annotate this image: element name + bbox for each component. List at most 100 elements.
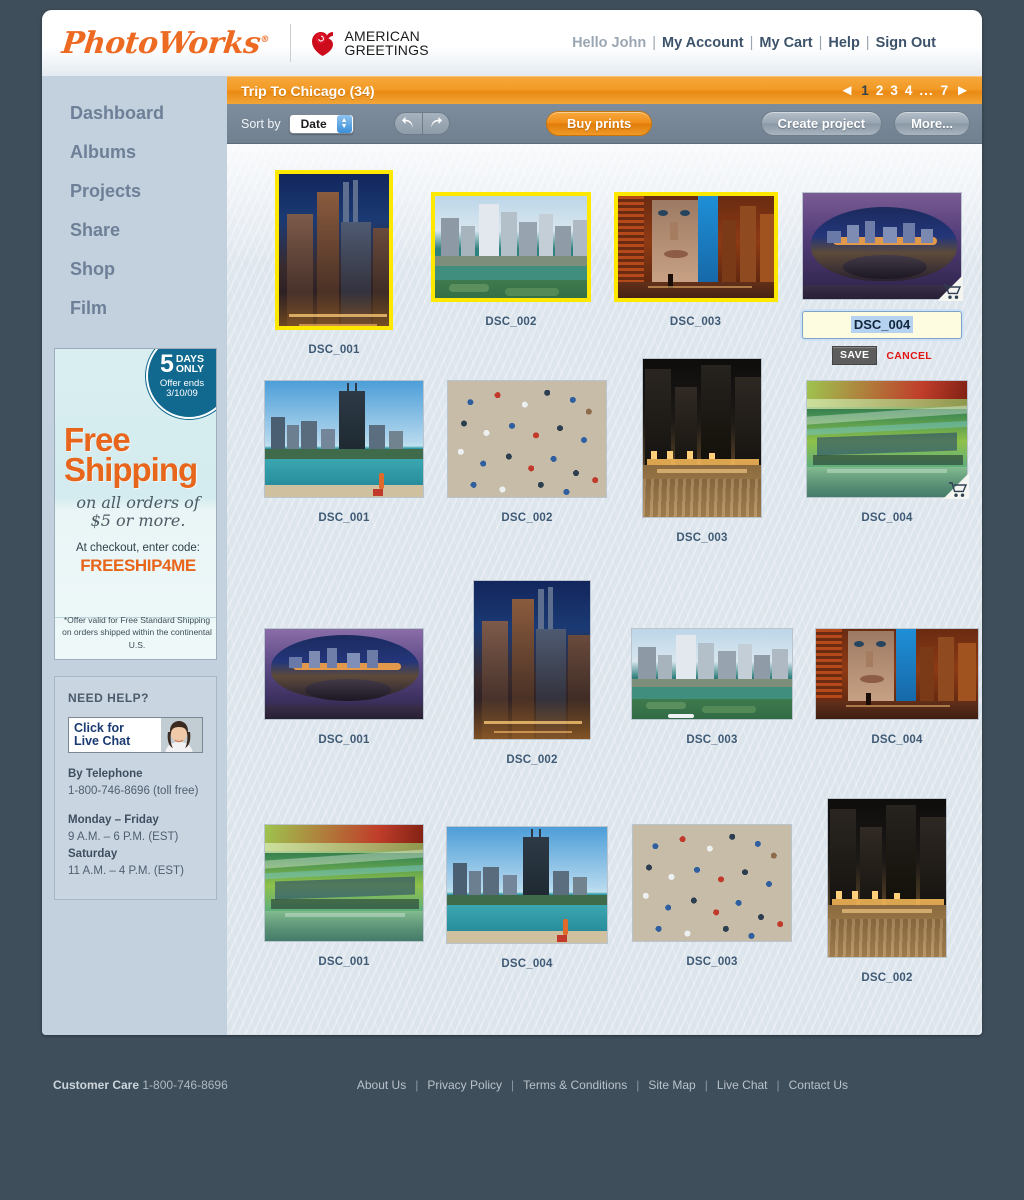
footer-link-privacy-policy[interactable]: Privacy Policy — [427, 1078, 502, 1092]
photo-caption: DSC_004 — [871, 734, 923, 746]
page-3[interactable]: 3 — [890, 83, 898, 98]
nav-help[interactable]: Help — [828, 35, 859, 51]
photo-thumbnail[interactable] — [275, 170, 393, 330]
photo-thumbnail[interactable] — [264, 824, 424, 942]
undo-button[interactable] — [393, 112, 422, 135]
photo-thumbnail[interactable] — [447, 380, 607, 498]
photo-caption: DSC_002 — [861, 972, 913, 984]
photo-row-3: DSC_001 DSC_002 DSC_003 DSC_004 — [227, 576, 982, 798]
page-prev-arrow[interactable]: ◄ — [839, 82, 854, 99]
ad-subhead-line-1: on all orders of — [76, 493, 200, 512]
photo-caption: DSC_001 — [318, 734, 370, 746]
page-1[interactable]: 1 — [861, 83, 869, 98]
photo-thumbnail[interactable] — [264, 380, 424, 498]
photo-thumbnail[interactable] — [631, 628, 793, 720]
help-saturday-label: Saturday — [68, 848, 118, 860]
photo-cell[interactable]: DSC_004 — [797, 628, 982, 746]
live-chat-button[interactable]: Click for Live Chat — [68, 717, 203, 753]
photo-cell[interactable]: DSC_004 — [427, 826, 627, 970]
photo-cell[interactable]: DSC_001 — [264, 170, 404, 356]
photo-thumbnail[interactable] — [473, 580, 591, 740]
photo-cell[interactable]: DSC_004 SAVE CANCEL — [792, 192, 972, 365]
american-greetings-logo[interactable]: AMERICAN GREETINGS — [309, 28, 429, 58]
footer-link-live-chat[interactable]: Live Chat — [717, 1078, 768, 1092]
photo-caption: DSC_003 — [669, 316, 722, 328]
sort-by-label: Sort by — [241, 116, 281, 131]
photo-cell[interactable]: DSC_001 — [244, 628, 444, 746]
sidebar-item-projects[interactable]: Projects — [70, 172, 227, 211]
ad-days-number: 5 — [159, 350, 174, 379]
photo-thumbnail[interactable] — [613, 192, 778, 302]
photo-cell[interactable]: DSC_001 — [244, 824, 444, 968]
photo-cell[interactable]: DSC_004 — [797, 380, 977, 524]
sidebar-item-albums[interactable]: Albums — [70, 133, 227, 172]
footer-separator: | — [415, 1078, 419, 1092]
customer-care-phone: 1-800-746-8696 — [142, 1078, 228, 1092]
footer-link-terms-conditions[interactable]: Terms & Conditions — [523, 1078, 627, 1092]
photo-cell[interactable]: DSC_003 — [608, 192, 783, 328]
page-root: PhotoWorks® AMERICAN GREETINGS Hello Joh… — [0, 0, 1024, 1200]
more-button[interactable]: More... — [894, 111, 970, 136]
buy-prints-button[interactable]: Buy prints — [546, 111, 653, 136]
footer-link-site-map[interactable]: Site Map — [648, 1078, 695, 1092]
photo-cell[interactable]: DSC_002 — [426, 192, 596, 328]
photo-thumbnail[interactable] — [802, 192, 963, 301]
photo-caption: DSC_003 — [686, 734, 738, 746]
page-next-arrow[interactable]: ► — [955, 82, 970, 99]
ag-line-2: GREETINGS — [344, 42, 429, 58]
sidebar-item-dashboard[interactable]: Dashboard — [70, 94, 227, 133]
sidebar-item-shop[interactable]: Shop — [70, 250, 227, 289]
ad-subhead: on all orders of $5 or more. — [65, 493, 211, 531]
redo-button[interactable] — [421, 112, 450, 135]
sort-by-select[interactable]: Date ▲ ▼ — [288, 113, 354, 134]
photo-image — [642, 358, 762, 518]
page-2[interactable]: 2 — [876, 83, 884, 98]
nav-my-account[interactable]: My Account — [662, 35, 744, 51]
photoworks-logo[interactable]: PhotoWorks® — [60, 26, 270, 61]
agent-photo — [161, 718, 202, 752]
photo-cell[interactable]: DSC_001 — [244, 380, 444, 524]
photo-cell[interactable]: DSC_003 — [612, 358, 792, 544]
nav-my-cart[interactable]: My Cart — [759, 35, 812, 51]
photo-thumbnail[interactable] — [827, 798, 947, 958]
photo-thumbnail[interactable] — [806, 380, 969, 499]
ad-headline-line-2: Shipping — [64, 451, 198, 489]
page-ellipsis: ... — [919, 83, 934, 98]
photo-image — [264, 824, 424, 942]
photo-cell[interactable]: DSC_003 — [612, 824, 812, 968]
photo-thumbnail[interactable] — [431, 192, 591, 302]
footer-link-about-us[interactable]: About Us — [357, 1078, 406, 1092]
photo-thumbnail[interactable] — [264, 628, 424, 720]
photo-cell[interactable]: DSC_003 — [612, 628, 812, 746]
body-columns: Dashboard Albums Projects Share Shop Fil… — [42, 76, 982, 1035]
promo-ad-banner[interactable]: 5 DAYS ONLY Offer ends 3/10/09 Free Ship… — [54, 348, 217, 660]
nav-separator: | — [652, 35, 656, 51]
rename-input[interactable]: DSC_004 — [802, 311, 962, 339]
american-greetings-text: AMERICAN GREETINGS — [344, 28, 429, 58]
help-saturday-hours: 11 A.M. – 4 P.M. (EST) — [68, 865, 184, 878]
page-last[interactable]: 7 — [941, 83, 949, 98]
live-chat-inner: Click for Live Chat — [69, 718, 202, 752]
photo-thumbnail[interactable] — [632, 824, 792, 942]
photo-thumbnail[interactable] — [642, 358, 762, 518]
create-project-button[interactable]: Create project — [760, 111, 883, 136]
ad-code-label: At checkout, enter code: — [75, 542, 201, 554]
photo-image — [631, 628, 793, 720]
photo-thumbnail[interactable] — [815, 628, 979, 720]
ad-headline: Free Shipping — [64, 423, 214, 489]
photo-thumbnail[interactable] — [446, 826, 608, 944]
sidebar-item-share[interactable]: Share — [70, 211, 227, 250]
photo-cell[interactable]: DSC_002 — [442, 580, 622, 766]
photo-cell[interactable]: DSC_002 — [427, 380, 627, 524]
sidebar-item-film[interactable]: Film — [70, 289, 227, 328]
photo-image — [815, 628, 979, 720]
footer-link-contact-us[interactable]: Contact Us — [789, 1078, 848, 1092]
logo-group[interactable]: PhotoWorks® AMERICAN GREETINGS — [60, 24, 429, 62]
sidebar: Dashboard Albums Projects Share Shop Fil… — [42, 76, 227, 1035]
nav-sign-out[interactable]: Sign Out — [876, 35, 936, 51]
photo-caption: DSC_004 — [861, 512, 913, 524]
ad-days-row: 5 DAYS ONLY — [159, 350, 204, 379]
photo-cell[interactable]: DSC_002 — [797, 798, 977, 984]
page-4[interactable]: 4 — [905, 83, 913, 98]
photo-caption: DSC_002 — [506, 754, 558, 766]
